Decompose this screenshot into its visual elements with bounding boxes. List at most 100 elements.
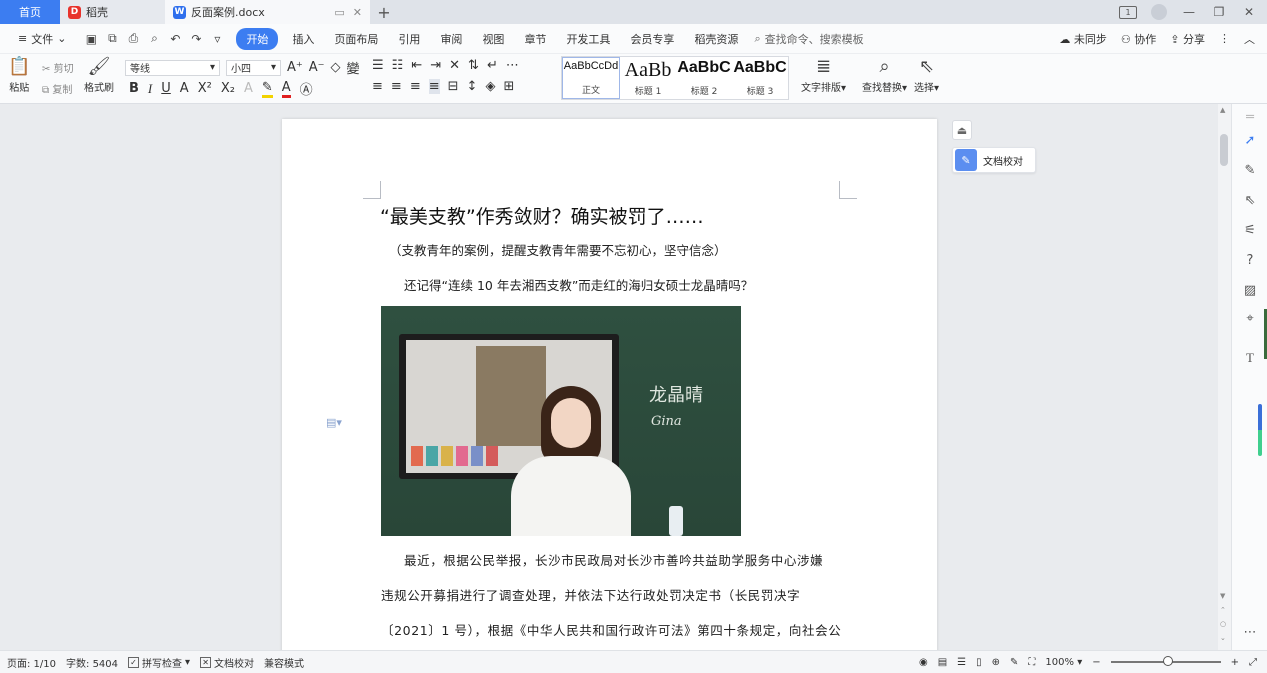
zoom-slider[interactable] [1110,656,1221,666]
text-effect-icon[interactable]: A [244,81,253,96]
more-horizontal-icon[interactable]: ⋯ [1242,624,1258,640]
save-icon[interactable]: ▣ [84,32,98,46]
zoom-level[interactable]: 100% ▾ [1045,657,1082,668]
style-heading-3[interactable]: AaBbC 标题 3 [732,57,788,99]
location-icon[interactable]: ⌖ [1242,310,1258,326]
rocket-icon[interactable]: ➚ [1242,132,1258,148]
find-replace-button[interactable]: ⌕ 查找替换▾ [862,58,907,95]
menu-item-references[interactable]: 引用 [388,31,430,47]
subscript-icon[interactable]: X₂ [221,81,235,96]
fullscreen-icon[interactable]: ⤢ [1249,657,1257,668]
clear-format-icon[interactable]: ◇ [331,60,341,75]
window-badge[interactable]: 1 [1119,5,1137,19]
minimize-icon[interactable]: — [1181,4,1197,20]
style-heading-1[interactable]: AaBb 标题 1 [620,57,676,99]
tab-daoke[interactable]: D 稻壳 [60,0,165,24]
menu-item-daoke[interactable]: 稻壳资源 [684,31,748,47]
scrollbar-thumb[interactable] [1220,134,1228,166]
menu-item-insert[interactable]: 插入 [282,31,324,47]
bullet-list-icon[interactable]: ☰ [372,58,384,73]
word-count[interactable]: 字数: 5404 [66,655,118,670]
highlight-icon[interactable]: ✎ [261,80,273,98]
page-view-icon[interactable]: ▤ [938,657,947,668]
shrink-font-icon[interactable]: A⁻ [309,60,325,75]
help-icon[interactable]: ? [1242,252,1258,268]
format-painter-button[interactable]: 🖌 格式刷 [84,58,114,95]
font-select[interactable]: 等线 ▾ [125,59,220,76]
text-icon[interactable]: T [1242,350,1258,366]
collab-button[interactable]: ⚇ 协作 [1121,31,1156,47]
copy-button[interactable]: ⧉ 复制 [42,81,72,96]
sort-icon[interactable]: ⇅ [468,58,479,73]
bold-icon[interactable]: B [129,81,139,96]
underline-icon[interactable]: U [161,81,171,96]
italic-icon[interactable]: I [148,81,152,97]
pen-mode-icon[interactable]: ✎ [1010,657,1018,668]
pinyin-icon[interactable]: 變 [347,58,360,77]
command-search[interactable]: ⌕ 查找命令、搜索模板 [754,31,863,47]
pen-icon[interactable]: ✎ [1242,162,1258,178]
collapse-ribbon-icon[interactable]: ︿ [1244,31,1255,47]
settings-slider-icon[interactable]: ⚟ [1242,222,1258,238]
chinese-layout-icon[interactable]: ✕ [449,58,460,73]
borders-icon[interactable]: ⊞ [503,79,514,94]
reading-view-icon[interactable]: ▯ [976,657,982,668]
document-photo[interactable]: 龙晶晴 Gina [381,306,741,536]
show-marks-icon[interactable]: ↵ [487,58,498,73]
char-border-icon[interactable]: Ⓐ [300,79,313,98]
text-layout-button[interactable]: ≣ 文字排版▾ [801,58,846,95]
document-page[interactable]: “最美支教”作秀敛财？确实被罚了…… （支教青年的案例，提醒支教青年需要不忘初心… [282,119,937,650]
preview-icon[interactable]: ⌕ [147,31,161,46]
file-menu[interactable]: ≡ 文件 ⌄ [8,31,76,47]
panel-collapse-button[interactable]: ⏏ [952,120,972,140]
sync-button[interactable]: ☁ 未同步 [1059,31,1107,47]
vertical-scrollbar[interactable]: ▲ ▼ ⌃ ○ ⌄ [1218,104,1231,650]
close-window-icon[interactable]: ✕ [1241,4,1257,20]
menu-item-view[interactable]: 视图 [472,31,514,47]
image-edit-icon[interactable]: ▨ [1242,282,1258,298]
cut-button[interactable]: ✂ 剪切 [42,60,74,75]
outdent-icon[interactable]: ⇤ [411,58,422,73]
align-right-icon[interactable]: ≡ [410,79,421,94]
eye-protect-icon[interactable]: ◉ [919,657,928,668]
select-browse-icon[interactable]: ○ [1220,620,1226,628]
share-button[interactable]: ⇪ 分享 [1170,31,1205,47]
doc-check-panel[interactable]: ✎ 文档校对 [952,147,1036,173]
tab-pin-icon[interactable]: ▭ [334,6,344,19]
menu-item-start[interactable]: 开始 [236,27,279,50]
menu-item-member[interactable]: 会员专享 [620,31,684,47]
distribute-icon[interactable]: ⊟ [448,79,459,94]
export-icon[interactable]: ⧉ [105,31,119,46]
font-size-select[interactable]: 小四 ▾ [226,59,281,76]
more-vertical-icon[interactable]: ⋮ [1219,32,1230,45]
scroll-up-icon[interactable]: ▲ [1220,106,1225,114]
prev-page-icon[interactable]: ⌃ [1220,606,1226,614]
superscript-icon[interactable]: X² [198,81,212,96]
tab-home[interactable]: 首页 [0,0,60,24]
web-view-icon[interactable]: ⊕ [992,657,1000,668]
menu-item-section[interactable]: 章节 [514,31,556,47]
user-avatar[interactable] [1151,4,1167,20]
new-tab-button[interactable]: + [370,0,398,24]
tab-close-icon[interactable]: ✕ [353,6,362,19]
redo-icon[interactable]: ↷ [189,32,203,46]
zoom-in-icon[interactable]: + [1231,657,1239,668]
font-color-icon[interactable]: A [281,80,291,98]
style-normal[interactable]: AaBbCcDd 正文 [562,57,620,99]
more-icon[interactable]: ▿ [210,32,224,46]
tabs-icon[interactable]: ⋯ [506,58,519,73]
spell-check-button[interactable]: ✓ 拼写检查 ▾ [128,655,190,670]
undo-icon[interactable]: ↶ [168,32,182,46]
fit-page-icon[interactable]: ⛶ [1028,657,1035,668]
style-heading-2[interactable]: AaBbC 标题 2 [676,57,732,99]
justify-icon[interactable]: ≡ [428,79,440,94]
side-slider[interactable] [1258,404,1262,456]
zoom-out-icon[interactable]: − [1092,657,1100,668]
next-page-icon[interactable]: ⌄ [1220,634,1226,642]
paragraph-handle-icon[interactable]: ▤▾ [326,416,342,429]
doc-check-button[interactable]: ✕ 文档校对 [200,655,254,670]
menu-item-developer[interactable]: 开发工具 [556,31,620,47]
numbered-list-icon[interactable]: ☷ [392,58,404,73]
outline-view-icon[interactable]: ☰ [957,657,966,668]
paste-button[interactable]: 📋 粘贴 [8,58,30,95]
